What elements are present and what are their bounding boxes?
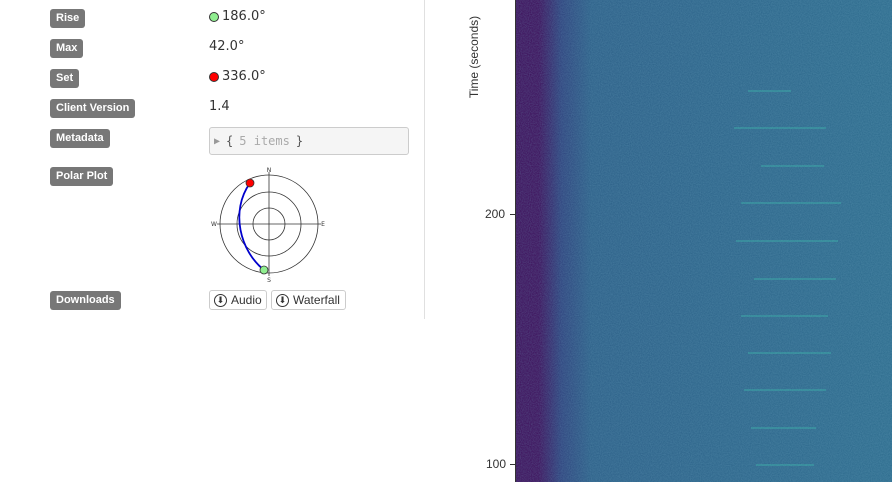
downloads-label: Downloads	[50, 291, 121, 310]
waterfall-axis-label: Time (seconds)	[467, 15, 481, 99]
waterfall-tick	[510, 214, 515, 215]
metadata-close-brace: }	[295, 134, 304, 148]
rise-value: 186.0°	[209, 8, 266, 26]
panel-divider	[424, 0, 425, 319]
compass-north: N	[267, 167, 272, 174]
waterfall-tick-label: 200	[485, 207, 506, 221]
set-indicator	[209, 72, 219, 82]
set-label: Set	[50, 69, 80, 88]
waterfall-tick	[510, 464, 515, 465]
rise-value-text: 186.0°	[222, 9, 266, 24]
metadata-label: Metadata	[50, 129, 110, 148]
set-value: 336.0°	[209, 68, 266, 86]
waterfall-download-button[interactable]: ⬇ Waterfall	[271, 290, 346, 310]
compass-west: W	[211, 221, 217, 228]
max-value: 42.0°	[209, 39, 245, 54]
set-point-marker	[245, 178, 255, 188]
client-version-value: 1.4	[209, 99, 230, 114]
satellite-track	[238, 182, 265, 271]
expand-triangle-icon[interactable]: ▶	[214, 136, 220, 147]
download-icon: ⬇	[214, 293, 227, 307]
polar-plot: N S E W	[211, 167, 325, 284]
waterfall-download-label: Waterfall	[293, 293, 340, 307]
max-label: Max	[50, 39, 84, 58]
rise-point-marker	[259, 265, 269, 275]
rise-indicator	[209, 12, 219, 22]
waterfall-image	[516, 0, 892, 482]
audio-download-button[interactable]: ⬇ Audio	[209, 290, 267, 310]
metadata-viewer[interactable]: ▶ { 5 items }	[209, 127, 409, 155]
polar-plot-label: Polar Plot	[50, 167, 114, 186]
audio-download-label: Audio	[231, 293, 262, 307]
download-icon: ⬇	[276, 293, 289, 307]
waterfall-tick-label: 100	[486, 457, 507, 471]
client-version-label: Client Version	[50, 99, 136, 118]
metadata-items-count: 5 items	[239, 134, 290, 148]
rise-label: Rise	[50, 9, 86, 28]
compass-south: S	[267, 277, 271, 284]
metadata-open-brace: {	[226, 134, 234, 148]
compass-east: E	[321, 221, 325, 228]
set-value-text: 336.0°	[222, 69, 266, 84]
